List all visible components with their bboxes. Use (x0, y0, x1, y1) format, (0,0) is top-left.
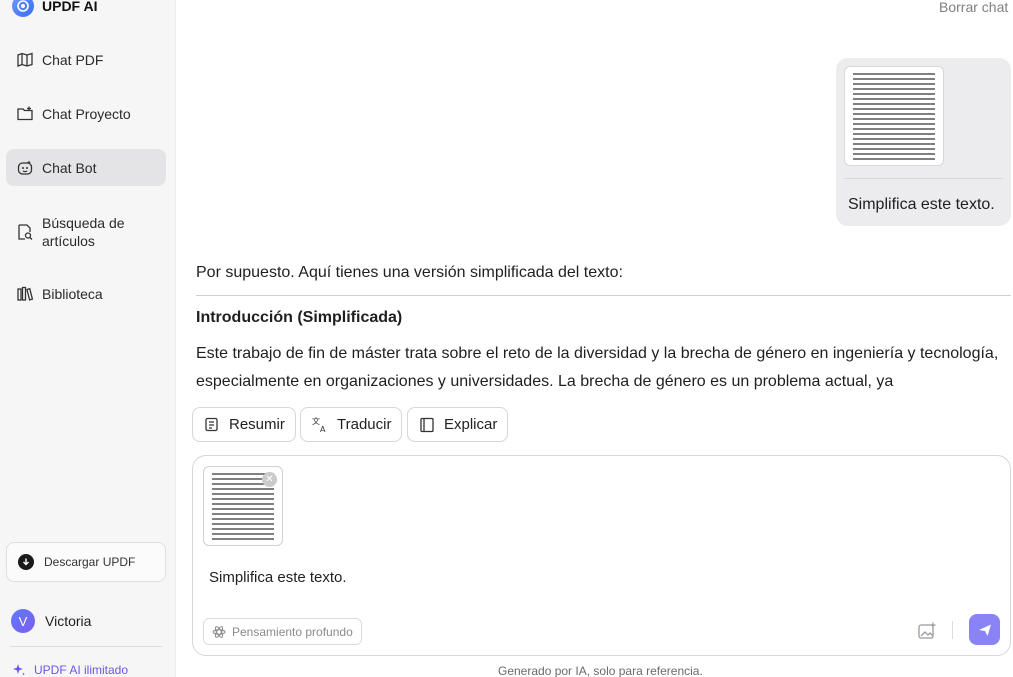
deep-think-toggle[interactable]: Pensamiento profundo (203, 618, 362, 645)
send-icon (978, 624, 991, 636)
sidebar-divider (10, 646, 162, 647)
user-message-bubble: Simplifica este texto. (836, 58, 1011, 226)
download-icon (18, 554, 34, 570)
library-icon (17, 286, 34, 301)
svg-text:A: A (320, 425, 326, 434)
sidebar-item-label: Chat Proyecto (42, 106, 131, 122)
user-profile[interactable]: V Victoria (11, 609, 91, 633)
avatar: V (11, 609, 35, 633)
translate-icon: 文A (312, 416, 326, 434)
sparkle-icon (13, 664, 25, 676)
sidebar-item-busqueda-articulos[interactable]: Búsqueda de artículos (6, 212, 166, 252)
ai-response-intro: Por supuesto. Aquí tienes una versión si… (196, 264, 623, 281)
response-divider (196, 295, 1011, 296)
message-composer: ✕ Simplifica este texto. Pensamiento pro… (192, 455, 1011, 656)
updf-logo-icon (12, 0, 34, 17)
brand[interactable]: UPDF AI (12, 0, 97, 20)
upgrade-link[interactable]: UPDF AI ilimitado (12, 663, 128, 677)
translate-label: Traducir (337, 416, 392, 433)
composer-input[interactable]: Simplifica este texto. (209, 569, 347, 586)
ai-response-body: Este trabajo de fin de máster trata sobr… (196, 345, 999, 390)
send-button[interactable] (969, 614, 1000, 645)
upgrade-label: UPDF AI ilimitado (34, 663, 129, 677)
attached-image-thumbnail[interactable] (844, 66, 944, 166)
ai-response-heading: Introducción (Simplificada) (196, 309, 403, 326)
image-upload-icon[interactable] (917, 621, 937, 641)
summarize-button[interactable]: Resumir (192, 407, 296, 442)
sidebar-item-label: Chat PDF (42, 52, 104, 68)
composer-separator (952, 621, 953, 639)
user-message-text: Simplifica este texto. (848, 196, 995, 213)
sidebar-item-label: Biblioteca (42, 286, 103, 302)
remove-attachment-icon[interactable]: ✕ (262, 472, 277, 487)
bubble-divider (844, 178, 1003, 179)
sidebar-item-chat-bot[interactable]: Chat Bot (6, 149, 166, 186)
atom-icon (212, 625, 226, 638)
brand-name: UPDF AI (42, 0, 98, 14)
doc-search-icon (18, 224, 33, 240)
map-book-icon (17, 52, 33, 67)
ai-disclaimer: Generado por IA, solo para referencia. (498, 664, 703, 677)
book-icon (420, 417, 434, 432)
clear-chat-button[interactable]: Borrar chat (939, 0, 1008, 15)
summary-doc-icon (205, 417, 218, 431)
sidebar-item-chat-proyecto[interactable]: Chat Proyecto (6, 99, 166, 129)
download-label: Descargar UPDF (44, 555, 136, 569)
sidebar-item-chat-pdf[interactable]: Chat PDF (6, 45, 166, 75)
bot-face-icon (17, 160, 33, 175)
composer-attachment-thumbnail[interactable]: ✕ (203, 466, 283, 546)
explain-label: Explicar (444, 416, 498, 433)
summarize-label: Resumir (229, 416, 285, 433)
sidebar-item-label: Chat Bot (42, 159, 97, 176)
sidebar: UPDF AI Chat PDF Chat Proyecto Chat Bot … (0, 0, 176, 677)
sidebar-item-label: Búsqueda de artículos (42, 215, 125, 249)
explain-button[interactable]: Explicar (407, 407, 509, 442)
download-updf-button[interactable]: Descargar UPDF (6, 542, 166, 582)
deep-think-label: Pensamiento profundo (232, 624, 353, 639)
folder-plus-icon (17, 106, 33, 121)
svg-text:文: 文 (312, 416, 320, 426)
translate-button[interactable]: 文A Traducir (300, 407, 403, 442)
user-name: Victoria (45, 613, 92, 629)
sidebar-item-biblioteca[interactable]: Biblioteca (6, 279, 166, 309)
